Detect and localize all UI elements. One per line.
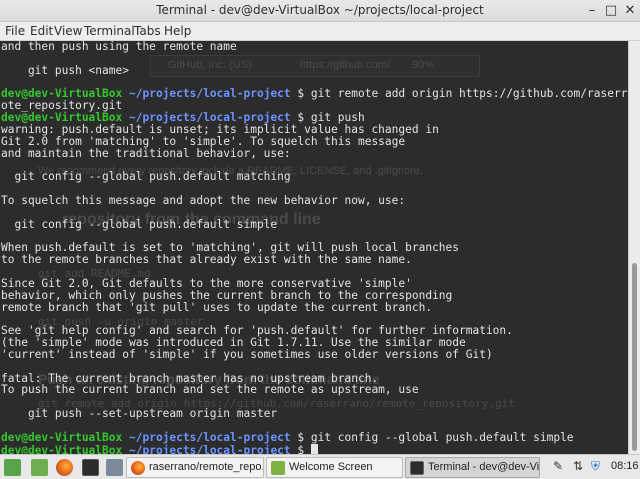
taskbar-item-label: Welcome Screen [289, 461, 373, 473]
terminal-line: remote branch that 'git pull' uses to up… [1, 300, 433, 314]
terminal-area[interactable]: GitHub, Inc. (US) https://github.com/ 90… [0, 41, 628, 454]
terminal-cursor [310, 443, 318, 454]
window-title: Terminal - dev@dev-VirtualBox ~/projects… [156, 3, 484, 17]
terminal-line: git config --global push.default simple [1, 217, 278, 231]
terminal-line: and then push using the remote name [1, 41, 237, 53]
terminal-line: 'current' instead of 'simple' if you som… [1, 347, 493, 361]
files-launcher-icon[interactable] [106, 459, 123, 476]
taskbar-item-terminal[interactable]: Terminal - dev@dev-Virt... [405, 457, 540, 478]
prompt-path: ~/projects/local-project [129, 87, 291, 101]
terminal-line: Since Git 2.0, Git defaults to the more … [1, 276, 412, 290]
prompt-user: dev@dev-VirtualBox [1, 443, 123, 454]
mint-welcome-icon [271, 461, 285, 475]
menu-view[interactable]: View [54, 24, 82, 38]
terminal-line: git push --set-upstream origin master [1, 407, 278, 421]
taskbar-item-browser[interactable]: raserrano/remote_repo... [126, 457, 264, 478]
taskbar-item-welcome[interactable]: Welcome Screen [266, 457, 403, 478]
prompt-user: dev@dev-VirtualBox [1, 430, 123, 444]
firefox-launcher-icon[interactable] [56, 459, 73, 476]
taskbar-item-label: raserrano/remote_repo... [149, 461, 264, 473]
prompt-path: ~/projects/local-project [129, 430, 291, 444]
menu-terminal[interactable]: Terminal [84, 24, 135, 38]
terminal-line: git push <name> [1, 63, 129, 77]
terminal-line: Git 2.0 from 'matching' to 'simple'. To … [1, 134, 406, 148]
menu-help[interactable]: Help [164, 24, 191, 38]
menu-file[interactable]: File [5, 24, 25, 38]
mint-menu-icon[interactable] [4, 459, 21, 476]
terminal-output: and then push using the remote name git … [1, 41, 628, 454]
terminal-line: and maintain the traditional behavior, u… [1, 146, 291, 160]
terminal-line: To push the current branch and set the r… [1, 383, 419, 397]
pen-icon[interactable]: ✎ [553, 459, 563, 473]
taskbar-item-label: Terminal - dev@dev-Virt... [428, 461, 540, 473]
close-button[interactable]: ✕ [622, 3, 638, 19]
show-desktop-icon[interactable] [31, 459, 48, 476]
terminal-launcher-icon[interactable] [82, 459, 99, 476]
minimize-button[interactable]: – [584, 3, 600, 19]
terminal-line: dev@dev-VirtualBox ~/projects/local-proj… [1, 443, 628, 454]
prompt-command: $ [290, 443, 311, 454]
scrollbar-thumb[interactable] [632, 263, 637, 451]
window-titlebar[interactable]: Terminal - dev@dev-VirtualBox ~/projects… [0, 0, 640, 22]
terminal-scrollbar[interactable] [628, 41, 640, 454]
clock[interactable]: 08:16 [611, 460, 639, 472]
terminal-line: warning: push.default is unset; its impl… [1, 122, 439, 136]
prompt-command: $ git remote add origin https://github.c… [297, 87, 628, 101]
maximize-button[interactable]: □ [603, 3, 619, 19]
terminal-line: behavior, which only pushes the current … [1, 288, 453, 302]
menu-edit[interactable]: Edit [30, 24, 53, 38]
taskbar: raserrano/remote_repo... Welcome Screen … [0, 454, 640, 479]
prompt-path: ~/projects/local-project [129, 443, 291, 454]
menu-tabs[interactable]: Tabs [134, 24, 161, 38]
terminal-line: To squelch this message and adopt the ne… [1, 193, 406, 207]
menu-bar: File Edit View Terminal Tabs Help [0, 22, 640, 41]
terminal-line: dev@dev-VirtualBox ~/projects/local-proj… [1, 430, 628, 444]
network-icon[interactable]: ⇅ [573, 459, 583, 473]
shield-icon[interactable]: ⛨ [591, 459, 600, 474]
prompt-command: $ git config --global push.default simpl… [290, 430, 574, 444]
firefox-icon [131, 461, 145, 475]
terminal-line: git config --global push.default matchin… [1, 170, 291, 184]
terminal-line: to the remote branches that already exis… [1, 253, 412, 267]
terminal-icon [410, 461, 424, 475]
